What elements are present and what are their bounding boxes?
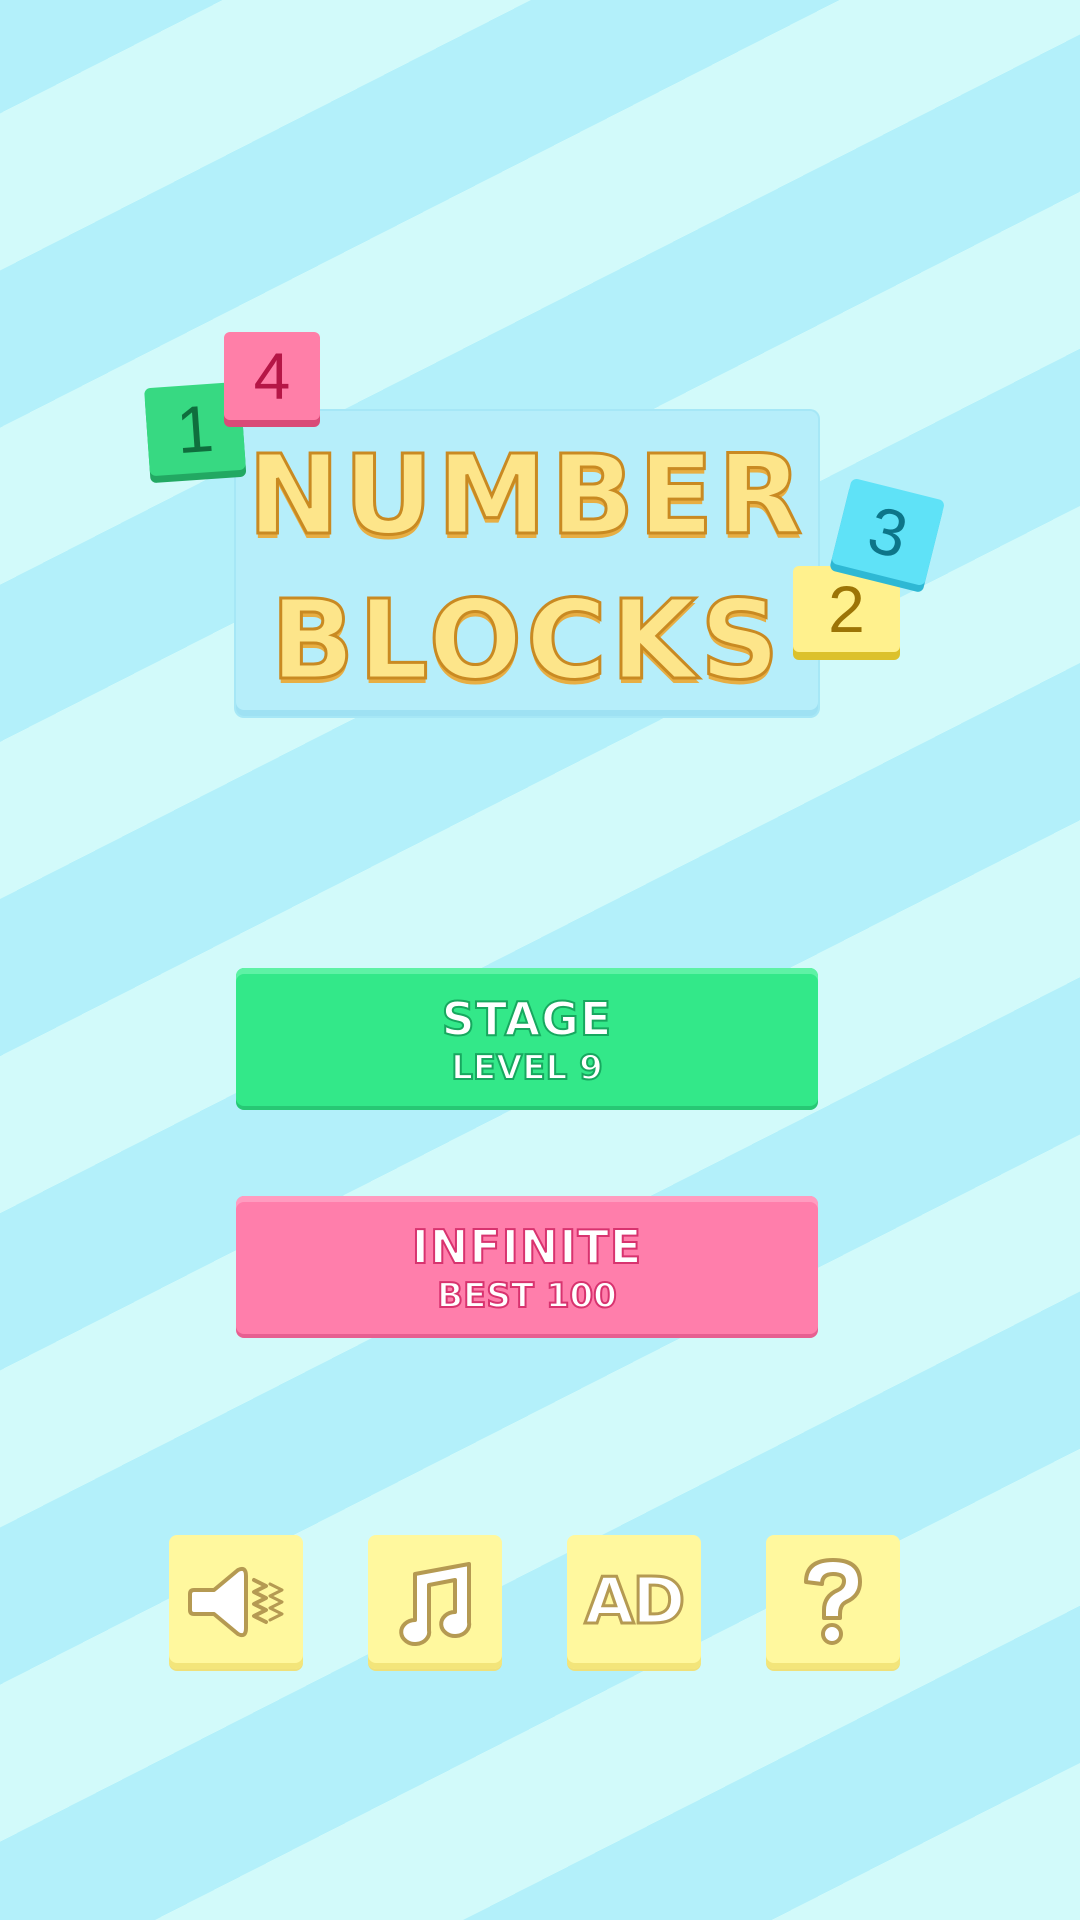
help-button[interactable] (766, 1535, 900, 1669)
logo-title-line-1: NUMBER (246, 430, 807, 561)
infinite-button-title: INFINITE (411, 1219, 643, 1275)
music-button[interactable] (368, 1535, 502, 1669)
question-mark-icon (798, 1554, 868, 1650)
stage-button-level: LEVEL 9 (450, 1047, 604, 1089)
music-note-icon (389, 1556, 481, 1648)
stage-button-title: STAGE (441, 991, 613, 1047)
ad-button[interactable]: AD (567, 1535, 701, 1669)
infinite-button[interactable]: INFINITE BEST 100 (236, 1196, 818, 1334)
logo-panel: NUMBER BLOCKS (236, 411, 818, 716)
speaker-icon (186, 1560, 286, 1644)
infinite-button-best: BEST 100 (436, 1275, 618, 1317)
stage-button[interactable]: STAGE LEVEL 9 (236, 968, 818, 1106)
logo-tile-4: 4 (224, 332, 320, 420)
sound-button[interactable] (169, 1535, 303, 1669)
ad-label: AD (583, 1564, 687, 1641)
logo-title-line-2: BLOCKS (269, 575, 784, 706)
logo-tile-2: 2 (793, 566, 900, 652)
